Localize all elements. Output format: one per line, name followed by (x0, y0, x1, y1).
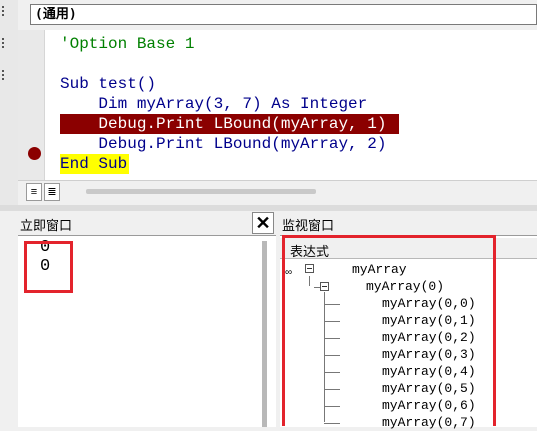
code-window: (通用) 'Option Base 1 Sub test() Dim myArr… (18, 0, 537, 206)
annotation-highlight-box (24, 241, 73, 293)
code-line-current[interactable]: End Sub (60, 154, 127, 174)
horizontal-scrollbar[interactable] (86, 189, 316, 194)
full-module-view-button[interactable]: ≣ (44, 183, 60, 201)
combo-bar: (通用) (18, 0, 537, 30)
code-window-bottom-bar: ≡ ≣ (18, 180, 537, 206)
code-line[interactable]: Sub test() (60, 74, 156, 94)
watch-window-titlebar: 监视窗口 (276, 211, 537, 235)
watch-window-title: 监视窗口 (282, 218, 335, 233)
margin-indicator-bar[interactable] (18, 30, 45, 201)
grip-marks (2, 38, 10, 48)
immediate-window-titlebar: 立即窗口 ✕ (0, 211, 276, 235)
breakpoint-icon[interactable] (28, 147, 41, 160)
close-button[interactable]: ✕ (252, 212, 274, 234)
grip-marks (2, 70, 10, 80)
code-line[interactable]: Dim myArray(3, 7) As Integer (60, 94, 367, 114)
object-dropdown[interactable]: (通用) (30, 4, 537, 25)
code-line[interactable]: Debug.Print LBound(myArray, 2) (60, 134, 386, 154)
code-line-breakpoint[interactable]: Debug.Print LBound(myArray, 1) (60, 114, 386, 134)
immediate-window-title: 立即窗口 (20, 218, 73, 233)
left-edge-strip (0, 0, 19, 205)
grip-marks (2, 6, 10, 16)
code-line[interactable]: 'Option Base 1 (60, 34, 194, 54)
annotation-highlight-box (282, 235, 496, 426)
procedure-view-button[interactable]: ≡ (26, 183, 42, 201)
vertical-scrollbar[interactable] (262, 241, 267, 427)
